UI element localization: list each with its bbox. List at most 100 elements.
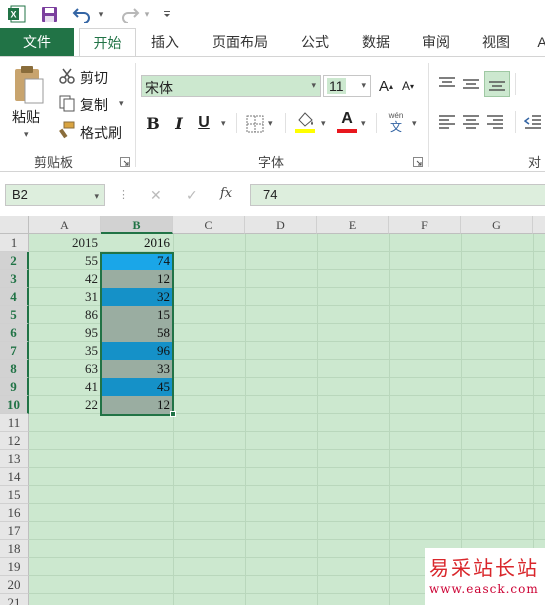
tab-review[interactable]: 审阅 [410, 28, 462, 56]
font-launcher-icon[interactable] [413, 156, 423, 170]
undo-icon[interactable] [70, 4, 96, 24]
font-color-dropdown-icon[interactable]: ▾ [361, 118, 366, 129]
tab-file[interactable]: 文件 [0, 28, 74, 56]
row-header[interactable]: 6 [0, 324, 29, 342]
fill-handle[interactable] [170, 411, 176, 417]
clipboard-launcher-icon[interactable] [120, 156, 130, 170]
phonetic-guide-icon[interactable]: wén 文 [384, 109, 408, 135]
row-header[interactable]: 11 [0, 414, 29, 432]
formula-bar-grip-icon[interactable]: ⋮ [118, 188, 129, 201]
row-header[interactable]: 1 [0, 234, 29, 252]
insert-function-icon[interactable]: fx [220, 186, 232, 201]
tab-data[interactable]: 数据 [350, 28, 402, 56]
copy-button[interactable]: 复制 [80, 95, 108, 115]
row-header[interactable]: 19 [0, 558, 29, 576]
row-header[interactable]: 13 [0, 450, 29, 468]
cell-a[interactable]: 55 [29, 252, 101, 270]
borders-icon[interactable] [245, 114, 265, 134]
cell-a[interactable]: 95 [29, 324, 101, 342]
column-header-e[interactable]: E [317, 216, 389, 234]
align-center-icon[interactable] [460, 111, 482, 133]
cell-b[interactable]: 74 [101, 252, 173, 270]
cut-button[interactable]: 剪切 [80, 68, 108, 88]
tab-formulas[interactable]: 公式 [290, 28, 340, 56]
cell-a[interactable]: 31 [29, 288, 101, 306]
tab-home[interactable]: 开始 [79, 28, 136, 57]
grow-font-icon[interactable]: A ▴ [376, 75, 396, 97]
cell-b[interactable]: 12 [101, 270, 173, 288]
row-header[interactable]: 12 [0, 432, 29, 450]
paste-icon[interactable] [12, 65, 48, 105]
cell-b[interactable]: 58 [101, 324, 173, 342]
save-icon[interactable] [38, 4, 60, 24]
font-name-select[interactable]: 宋体 ▾ [141, 75, 321, 97]
font-size-dropdown-icon[interactable]: ▾ [361, 80, 366, 91]
select-all-button[interactable] [0, 216, 29, 234]
tab-insert[interactable]: 插入 [140, 28, 190, 56]
row-header[interactable]: 4 [0, 288, 29, 306]
font-color-icon[interactable]: A [336, 110, 358, 134]
cell-a[interactable]: 22 [29, 396, 101, 414]
cell-b[interactable]: 15 [101, 306, 173, 324]
row-header[interactable]: 21 [0, 594, 29, 605]
cell-b[interactable]: 33 [101, 360, 173, 378]
font-size-select[interactable]: 11 ▾ [323, 75, 371, 97]
cell-b[interactable]: 45 [101, 378, 173, 396]
italic-button[interactable]: I [170, 113, 188, 133]
row-header[interactable]: 5 [0, 306, 29, 324]
font-name-dropdown-icon[interactable]: ▾ [311, 80, 316, 91]
cell-a[interactable]: 35 [29, 342, 101, 360]
cancel-icon[interactable]: ✕ [150, 187, 162, 204]
paste-label[interactable]: 粘贴 [12, 107, 40, 127]
middle-align-icon[interactable] [460, 73, 482, 95]
decrease-indent-icon[interactable] [522, 111, 544, 133]
name-box[interactable]: B2 ▾ [5, 184, 105, 206]
cell-b[interactable]: 12 [101, 396, 173, 414]
row-header[interactable]: 9 [0, 378, 29, 396]
worksheet-grid[interactable]: A B C D E F G 1 2015 2016 2 55 74 3 42 12 4 31 32 5 8… [0, 216, 545, 605]
paste-dropdown-icon[interactable]: ▾ [24, 129, 29, 140]
cell-b[interactable]: 32 [101, 288, 173, 306]
row-header[interactable]: 16 [0, 504, 29, 522]
row-header[interactable]: 3 [0, 270, 29, 288]
bottom-align-icon[interactable] [484, 71, 510, 97]
format-painter-icon[interactable] [58, 121, 76, 139]
copy-icon[interactable] [58, 94, 76, 112]
row-header[interactable]: 17 [0, 522, 29, 540]
row-header[interactable]: 8 [0, 360, 29, 378]
cell-a[interactable]: 41 [29, 378, 101, 396]
column-header-f[interactable]: F [389, 216, 461, 234]
underline-button[interactable]: U [195, 113, 213, 133]
redo-icon[interactable] [116, 4, 142, 24]
shrink-font-icon[interactable]: A ▾ [398, 75, 418, 97]
cell-a[interactable]: 2015 [29, 234, 101, 252]
bold-button[interactable]: B [144, 113, 162, 133]
row-header[interactable]: 14 [0, 468, 29, 486]
top-align-icon[interactable] [436, 73, 458, 95]
column-header-c[interactable]: C [173, 216, 245, 234]
scissors-icon[interactable] [58, 67, 76, 85]
cell-b[interactable]: 2016 [101, 234, 173, 252]
column-header-a[interactable]: A [29, 216, 101, 234]
align-right-icon[interactable] [484, 111, 506, 133]
formula-input[interactable]: 74 [250, 184, 545, 206]
name-box-dropdown-icon[interactable]: ▾ [94, 186, 99, 206]
row-header[interactable]: 18 [0, 540, 29, 558]
tab-view[interactable]: 视图 [470, 28, 522, 56]
underline-dropdown-icon[interactable]: ▾ [221, 118, 226, 129]
customize-qat-icon[interactable] [160, 4, 174, 24]
enter-icon[interactable]: ✓ [186, 187, 198, 204]
column-header-h[interactable] [533, 216, 545, 234]
redo-dropdown-icon[interactable]: ▾ [142, 4, 152, 24]
cell-a[interactable]: 63 [29, 360, 101, 378]
cell-a[interactable]: 86 [29, 306, 101, 324]
tab-more[interactable]: A [532, 28, 545, 56]
cell-b[interactable]: 96 [101, 342, 173, 360]
tab-page-layout[interactable]: 页面布局 [200, 28, 280, 56]
borders-dropdown-icon[interactable]: ▾ [268, 118, 273, 129]
fill-color-dropdown-icon[interactable]: ▾ [321, 118, 326, 129]
column-header-d[interactable]: D [245, 216, 317, 234]
format-painter-button[interactable]: 格式刷 [80, 123, 122, 143]
copy-dropdown-icon[interactable]: ▾ [119, 98, 124, 109]
phonetic-dropdown-icon[interactable]: ▾ [412, 118, 417, 129]
